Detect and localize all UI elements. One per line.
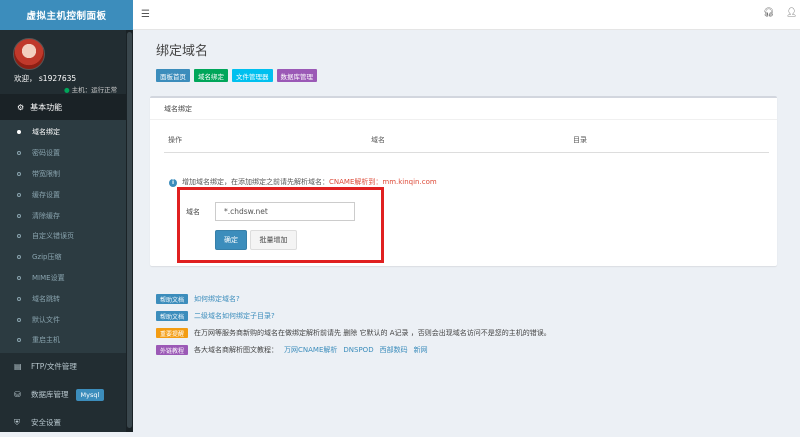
mysql-badge: Mysql [75,388,105,401]
column-header-domain: 域名 [371,136,385,144]
sidebar: 虚拟主机控制面板 欢迎， s1927635 ● 主机：运行正常 ⚙ 基本功能 域名… [0,0,133,432]
divider [150,119,777,120]
section-label: 基本功能 [30,102,63,112]
hamburger-icon[interactable]: ☰ [141,9,150,20]
sidebar-item-label: 默认文件 [32,315,60,324]
link-west-digital[interactable]: 西部数码 [380,345,408,355]
circle-icon [17,213,21,218]
help-link-subdomain[interactable]: 二级域名如何绑定子目录? [194,311,275,321]
help-row: 帮助文档 二级域名如何绑定子目录? [156,311,275,321]
domain-input[interactable] [215,202,355,221]
sidebar-item-restart[interactable]: 重启主机 [0,330,133,351]
sidebar-item-ftp[interactable]: ▤ FTP/文件管理 [0,353,133,381]
warning-text: 在万网等服务商新购的域名在做绑定解析前请先 删除 它默认的 A记录 ，否则会出现… [194,329,551,337]
menu-label: 数据库管理 [31,390,69,400]
sidebar-item-security[interactable]: ⛨ 安全设置 [0,409,133,437]
info-text: 增加域名绑定，在添加绑定之前请先解析域名： [182,178,329,186]
sidebar-item-label: 域名绑定 [32,128,60,137]
batch-add-button[interactable]: 批量增加 [250,230,297,250]
cname-highlight: CNAME解析到：mm.kinqin.com [329,178,437,186]
sidebar-item-mime[interactable]: MIME设置 [0,268,133,289]
headset-icon[interactable]: 🎧︎ [763,8,774,18]
sidebar-item-database[interactable]: ⛁ 数据库管理 Mysql [0,381,133,409]
circle-icon [17,151,21,156]
sidebar-item-domain-binding[interactable]: 域名绑定 [0,122,133,143]
menu-label: FTP/文件管理 [31,362,77,372]
cogs-icon: ⚙ [17,102,25,112]
avatar [13,38,45,70]
box-title: 域名绑定 [164,105,192,113]
sidebar-item-error-page[interactable]: 自定义错误页 [0,226,133,247]
sidebar-item-bandwidth[interactable]: 带宽限制 [0,164,133,185]
scrollbar-thumb[interactable] [127,32,132,428]
tutorial-badge: 外链教程 [156,345,189,355]
user-status-text: 主机：运行正常 [71,86,118,94]
circle-icon [17,255,21,260]
user-status: ● 主机：运行正常 [64,84,117,94]
database-manage-button[interactable]: 数据库管理 [276,69,317,82]
file-manager-button[interactable]: 文件管理器 [232,69,273,82]
info-icon: i [169,179,177,187]
info-message: i 增加域名绑定，在添加绑定之前请先解析域名：CNAME解析到：mm.kinqin… [169,177,437,187]
column-header-action: 操作 [168,136,182,144]
help-row: 外链教程 各大域名商解析图文教程： 万网CNAME解析 DNSPOD 西部数码 … [156,345,428,355]
table-divider [164,152,769,153]
status-dot-icon: ● [64,86,70,94]
circle-icon [17,338,21,343]
help-badge: 帮助文档 [156,311,189,321]
circle-icon [17,296,21,301]
sidebar-item-redirect[interactable]: 域名跳转 [0,288,133,309]
sidebar-item-label: 缓存设置 [32,190,60,199]
sidebar-item-label: 密码设置 [32,149,60,158]
sidebar-item-label: 重启主机 [32,336,60,345]
column-header-directory: 目录 [573,136,587,144]
link-dnspod[interactable]: DNSPOD [343,346,373,354]
circle-icon [17,275,21,280]
link-xinnet[interactable]: 新网 [414,345,428,355]
circle-icon [17,171,21,176]
circle-icon [17,192,21,197]
tutorial-text: 各大域名商解析图文教程： [194,346,279,354]
highlight-frame [177,187,384,263]
confirm-button[interactable]: 确定 [215,230,247,250]
sidebar-item-label: 自定义错误页 [32,232,74,241]
sidebar-item-gzip[interactable]: Gzip压缩 [0,247,133,268]
warning-badge: 重要提醒 [156,328,189,338]
sidebar-item-password[interactable]: 密码设置 [0,143,133,164]
link-wanwang-cname[interactable]: 万网CNAME解析 [284,345,337,355]
help-link-bind-domain[interactable]: 如何绑定域名? [194,294,240,304]
submenu: 域名绑定 密码设置 带宽限制 缓存设置 清除缓存 自定义错误页 Gzip压缩 M… [0,120,133,353]
sidebar-scrollbar[interactable] [126,30,133,432]
help-row: 重要提醒 在万网等服务商新购的域名在做绑定解析前请先 删除 它默认的 A记录 ，… [156,328,551,338]
topbar: ☰ 🎧︎ 👤︎ [133,0,800,30]
sidebar-item-clear-cache[interactable]: 清除缓存 [0,205,133,226]
sidebar-item-default-file[interactable]: 默认文件 [0,309,133,330]
app-title[interactable]: 虚拟主机控制面板 [0,0,133,30]
sidebar-item-label: 清除缓存 [32,211,60,220]
domain-field-label: 域名 [186,208,200,216]
sidebar-item-label: 域名跳转 [32,294,60,303]
database-icon: ⛁ [14,390,21,400]
sidebar-item-cache-settings[interactable]: 缓存设置 [0,184,133,205]
help-row: 帮助文档 如何绑定域名? [156,294,240,304]
sidebar-item-label: 带宽限制 [32,169,60,178]
circle-icon [17,130,21,135]
sidebar-item-label: MIME设置 [32,273,65,282]
user-panel: 欢迎， s1927635 ● 主机：运行正常 [0,30,133,94]
sidebar-section-basic[interactable]: ⚙ 基本功能 [0,94,133,120]
page-title: 绑定域名 [156,44,209,59]
user-icon[interactable]: 👤︎ [786,8,797,18]
domain-binding-button[interactable]: 域名绑定 [194,69,228,82]
file-icon: ▤ [14,362,22,372]
circle-icon [17,234,21,239]
user-welcome: 欢迎， s1927635 [14,74,77,83]
circle-icon [17,317,21,322]
toolbar: 面板首页 域名绑定 文件管理器 数据库管理 [156,69,317,82]
sidebar-item-label: Gzip压缩 [32,253,62,262]
help-badge: 帮助文档 [156,294,189,304]
menu-label: 安全设置 [31,418,61,428]
panel-home-button[interactable]: 面板首页 [156,69,190,82]
shield-icon: ⛨ [14,417,20,427]
